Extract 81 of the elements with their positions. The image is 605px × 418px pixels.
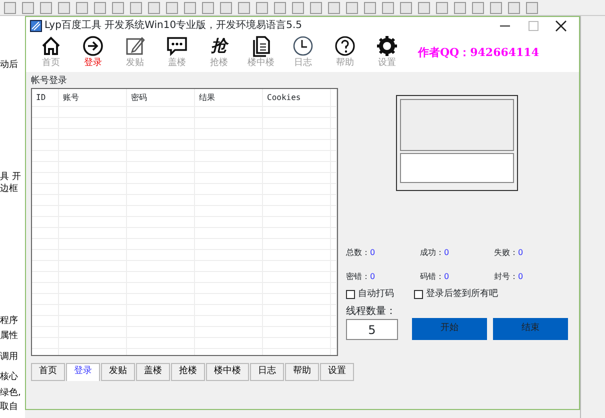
toolbar-icon[interactable] — [382, 2, 394, 14]
stat-label: 码错：0 — [420, 270, 450, 282]
toolbar-icon[interactable] — [436, 2, 448, 14]
toolbar-icon[interactable] — [130, 2, 142, 14]
toolbar-icon[interactable] — [76, 2, 88, 14]
window-title: Lyp百度工具 开发系统Win10专业版，开发环境易语言5.5 — [44, 18, 302, 33]
background-text: 核心 — [0, 372, 18, 383]
toolbar-icon[interactable] — [490, 2, 502, 14]
stat-label: 封号：0 — [494, 270, 524, 282]
document-icon — [250, 35, 272, 58]
app-icon — [30, 20, 42, 32]
column-header: 账号 — [59, 89, 127, 106]
tab[interactable]: 帮助 — [285, 363, 319, 380]
tab[interactable]: 盖楼 — [136, 363, 170, 380]
tab[interactable]: 首页 — [31, 363, 65, 380]
stat-label: 总数：0 — [346, 246, 376, 258]
column-header: ID — [32, 89, 59, 106]
background-text: 具 开 — [0, 172, 21, 183]
column-header: Cookies — [263, 89, 331, 106]
clock-icon — [292, 35, 314, 58]
toolbar-button[interactable]: 登录 — [72, 35, 114, 71]
background-text: 绿色, — [0, 388, 21, 399]
background-text: 动后 — [0, 60, 18, 71]
toolbar-icon[interactable] — [454, 2, 466, 14]
background-text: 取自 — [0, 402, 18, 413]
toolbar-icon[interactable] — [94, 2, 106, 14]
tab[interactable]: 发贴 — [101, 363, 135, 380]
toolbar-icon[interactable] — [112, 2, 124, 14]
background-text: 边框 — [0, 184, 18, 195]
tab[interactable]: 日志 — [250, 363, 284, 380]
toolbar-button[interactable]: 抢 抢楼 — [198, 35, 240, 71]
checkbox[interactable] — [414, 290, 423, 299]
settings-icon — [376, 35, 398, 58]
background-text: 程序 — [0, 316, 18, 327]
toolbar-icon[interactable] — [526, 2, 538, 14]
group-title: 帐号登录 — [31, 74, 68, 88]
toolbar-icon[interactable] — [508, 2, 520, 14]
toolbar-icon[interactable] — [238, 2, 250, 14]
checkbox-option[interactable]: 登录后签到所有吧 — [414, 288, 498, 301]
toolbar-icon[interactable] — [400, 2, 412, 14]
tab[interactable]: 登录 — [66, 363, 100, 380]
home-icon — [40, 35, 62, 58]
toolbar-icon[interactable] — [310, 2, 322, 14]
toolbar-icon[interactable] — [346, 2, 358, 14]
toolbar-icon[interactable] — [292, 2, 304, 14]
toolbar-icon[interactable] — [58, 2, 70, 14]
thread-count-field[interactable]: 5 — [346, 318, 398, 340]
checkbox-label: 自动打码 — [358, 288, 394, 300]
arrow-circle-icon — [82, 35, 104, 58]
checkbox-label: 登录后签到所有吧 — [426, 288, 498, 300]
help-icon — [334, 35, 356, 58]
checkbox-option[interactable]: 自动打码 — [346, 288, 394, 301]
toolbar-icon[interactable] — [472, 2, 484, 14]
toolbar-icon[interactable] — [220, 2, 232, 14]
author-label: 作者QQ：942664114 — [418, 44, 539, 61]
tab[interactable]: 设置 — [320, 363, 354, 380]
toolbar-icon[interactable] — [328, 2, 340, 14]
toolbar-icon[interactable] — [364, 2, 376, 14]
background-text: 调用 — [0, 352, 18, 363]
stat-label: 失败：0 — [494, 246, 524, 258]
background-text: 属性 — [0, 331, 18, 342]
column-header: 密码 — [127, 89, 195, 106]
tab[interactable]: 抢楼 — [171, 363, 205, 380]
toolbar-icon[interactable] — [166, 2, 178, 14]
stat-label: 成功：0 — [420, 246, 450, 258]
thread-count-label: 线程数量： — [346, 304, 397, 318]
toolbar-icon[interactable] — [202, 2, 214, 14]
toolbar-icon[interactable] — [418, 2, 430, 14]
column-header: 结果 — [195, 89, 263, 106]
toolbar-icon[interactable] — [40, 2, 52, 14]
toolbar-icon[interactable] — [184, 2, 196, 14]
toolbar-icon[interactable] — [148, 2, 160, 14]
speech-bubble-icon — [166, 35, 188, 58]
checkbox[interactable] — [346, 290, 355, 299]
pencil-icon — [124, 35, 146, 58]
toolbar-icon[interactable] — [256, 2, 268, 14]
toolbar-icon[interactable] — [22, 2, 34, 14]
stat-label: 密错：0 — [346, 270, 376, 282]
toolbar-icon[interactable] — [4, 2, 16, 14]
toolbar-icon[interactable] — [274, 2, 286, 14]
tab[interactable]: 楼中楼 — [206, 363, 249, 380]
